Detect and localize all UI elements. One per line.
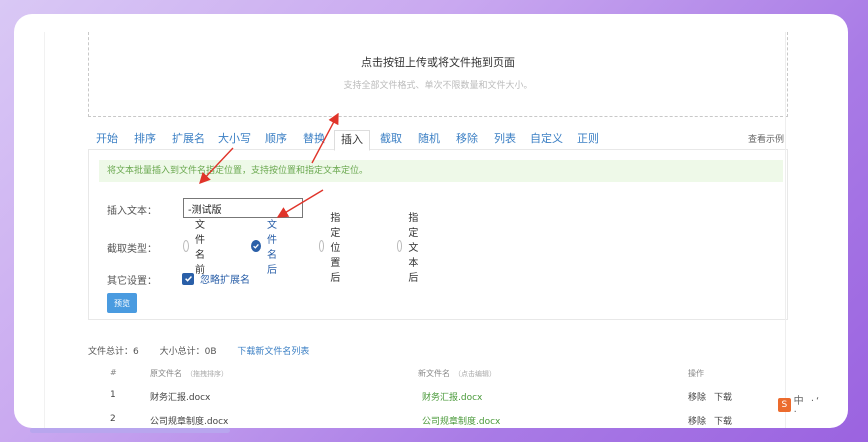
tab-replace[interactable]: 替换 [303, 130, 325, 150]
tab-extension[interactable]: 扩展名 [172, 130, 205, 150]
row-ops: 移除 下载 [688, 390, 740, 403]
tab-start[interactable]: 开始 [96, 130, 118, 150]
header-ops: 操作 [688, 369, 704, 378]
view-example-link[interactable]: 查看示例 [748, 132, 784, 145]
table-header: # 原文件名 （拖拽排序） 新文件名 （点击编辑） 操作 [88, 368, 788, 382]
row-original-name: 公司规章制度.docx [150, 417, 229, 427]
tab-remove[interactable]: 移除 [456, 130, 478, 150]
preview-button[interactable]: 预览 [107, 293, 137, 313]
app-window: 点击按钮上传或将文件拖到页面 支持全部文件格式、单次不限数量和文件大小。 开始 … [14, 14, 848, 428]
header-new: 新文件名 （点击编辑） [418, 368, 496, 379]
row-remove-link[interactable]: 移除 [688, 393, 706, 403]
header-original-text: 原文件名 [150, 369, 182, 378]
upload-subtitle: 支持全部文件格式、单次不限数量和文件大小。 [343, 81, 533, 91]
radio-label: 文件名前 [195, 220, 205, 276]
insert-text-input[interactable] [183, 198, 303, 218]
radio-after-position[interactable]: 指定位置后 [319, 213, 347, 284]
tab-random[interactable]: 随机 [418, 130, 440, 150]
header-index: # [110, 368, 117, 377]
brand-logo: S 中 ·‘ · [778, 396, 828, 418]
row-original-name: 财务汇报.docx [150, 393, 211, 403]
window-reflection [30, 428, 230, 433]
row-new-name[interactable]: 公司规章制度.docx [422, 414, 500, 427]
row-download-link[interactable]: 下载 [714, 393, 732, 403]
row-remove-link[interactable]: 移除 [688, 417, 706, 427]
radio-unchecked-icon [397, 240, 403, 252]
header-new-hint: （点击编辑） [454, 370, 496, 378]
page-left-border [44, 32, 45, 428]
total-size: 大小总计：0B [159, 347, 217, 357]
radio-label: 指定文本后 [408, 212, 419, 284]
download-list-link[interactable]: 下载新文件名列表 [237, 347, 309, 357]
row-new-name[interactable]: 财务汇报.docx [422, 390, 482, 403]
ignore-extension-checkbox[interactable]: 忽略扩展名 [182, 271, 250, 286]
radio-label: 指定位置后 [330, 212, 341, 284]
tab-order[interactable]: 顺序 [265, 130, 287, 150]
type-label: 截取类型： [107, 244, 157, 255]
tab-insert[interactable]: 插入 [334, 130, 370, 151]
header-new-text: 新文件名 [418, 369, 450, 378]
row-ops: 移除 下载 [688, 414, 740, 427]
radio-filename-after[interactable]: 文件名后 [251, 220, 279, 276]
radio-unchecked-icon [319, 240, 325, 252]
tab-extract[interactable]: 截取 [380, 130, 402, 150]
header-original-hint: （拖拽排序） [186, 370, 228, 378]
insert-text-label: 插入文本： [107, 206, 157, 217]
ignore-extension-label: 忽略扩展名 [200, 275, 250, 286]
row-index: 1 [110, 390, 116, 400]
total-files: 文件总计：6 [88, 347, 139, 357]
upload-title: 点击按钮上传或将文件拖到页面 [361, 56, 515, 69]
header-original: 原文件名 （拖拽排序） [150, 368, 228, 379]
logo-s-icon: S [778, 398, 791, 412]
table-row[interactable]: 2 公司规章制度.docx 公司规章制度.docx 移除 下载 [88, 414, 788, 428]
other-settings-label: 其它设置： [107, 276, 157, 287]
tab-sort[interactable]: 排序 [134, 130, 156, 150]
tab-case[interactable]: 大小写 [218, 130, 251, 150]
tab-list[interactable]: 列表 [494, 130, 516, 150]
radio-checked-icon [251, 240, 261, 252]
logo-text: 中 ·‘ · [793, 396, 822, 418]
page-right-border [785, 32, 786, 428]
tab-bar: 开始 排序 扩展名 大小写 顺序 替换 插入 截取 随机 移除 列表 自定义 正… [88, 130, 788, 151]
row-index: 2 [110, 414, 116, 424]
table-row[interactable]: 1 财务汇报.docx 财务汇报.docx 移除 下载 [88, 390, 788, 408]
radio-filename-before[interactable]: 文件名前 [183, 220, 211, 276]
tab-regex[interactable]: 正则 [577, 130, 599, 150]
file-stats: 文件总计：6 大小总计：0B 下载新文件名列表 [88, 344, 327, 357]
radio-label: 文件名后 [267, 220, 277, 276]
info-banner: 将文本批量插入到文件名指定位置，支持按位置和指定文本定位。 [99, 160, 783, 182]
radio-unchecked-icon [183, 240, 189, 252]
tab-custom[interactable]: 自定义 [530, 130, 563, 150]
upload-dropzone[interactable]: 点击按钮上传或将文件拖到页面 支持全部文件格式、单次不限数量和文件大小。 [88, 32, 788, 117]
insert-panel: 将文本批量插入到文件名指定位置，支持按位置和指定文本定位。 插入文本： 截取类型… [88, 150, 788, 320]
checkbox-checked-icon [182, 272, 194, 285]
radio-after-text[interactable]: 指定文本后 [397, 213, 425, 284]
row-download-link[interactable]: 下载 [714, 417, 732, 427]
rename-tool-page: 点击按钮上传或将文件拖到页面 支持全部文件格式、单次不限数量和文件大小。 开始 … [88, 32, 798, 428]
